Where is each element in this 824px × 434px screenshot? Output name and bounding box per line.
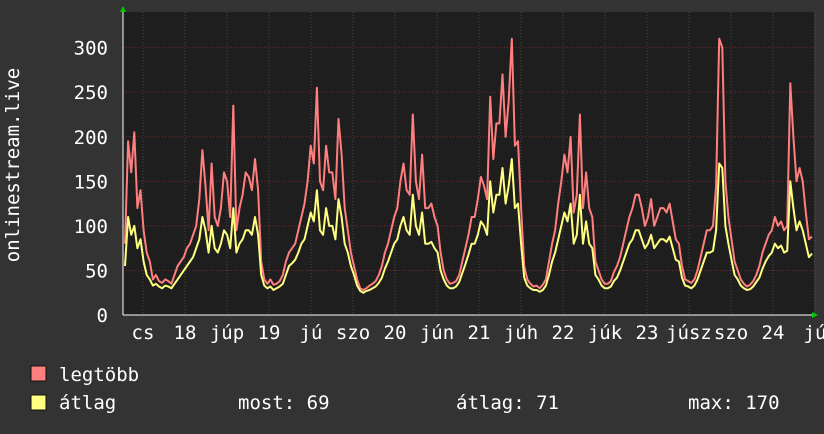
- x-tick-label: 22: [552, 322, 575, 344]
- x-tick-label: 19: [258, 322, 281, 344]
- stat-avg: átlag: 71: [456, 392, 559, 414]
- legend-swatch-max: [30, 365, 47, 382]
- x-tick-label: 21: [468, 322, 491, 344]
- y-tick-label: 150: [74, 171, 108, 193]
- legend-swatch-avg: [30, 394, 47, 411]
- y-tick-label: 100: [74, 216, 108, 238]
- y-tick-label: 200: [74, 127, 108, 149]
- x-tick-label: júh: [504, 322, 538, 344]
- stat-now: most: 69: [238, 392, 330, 414]
- x-tick-label: szo: [336, 322, 370, 344]
- x-tick-label: szo: [714, 322, 748, 344]
- x-tick-label: jú: [300, 322, 323, 344]
- chart-root: 0 50 100 150 200 250 300 cs 18 júp 19 jú szo 20 jún 21 j…: [0, 0, 824, 430]
- y-tick-label: 300: [74, 38, 108, 60]
- x-tick-label: 24: [762, 322, 785, 344]
- y-tick-label: 250: [74, 82, 108, 104]
- x-tick-label: júsz: [666, 322, 712, 344]
- x-tick-label: jún: [420, 322, 454, 344]
- x-tick-label: júk: [588, 322, 623, 344]
- y-axis-label: onlinestream.live: [2, 68, 24, 262]
- stat-max: max: 170: [688, 392, 780, 414]
- x-tick-label: cs: [132, 322, 155, 344]
- x-tick-label: júp: [210, 322, 244, 344]
- legend-label-avg: átlag: [59, 392, 116, 414]
- x-tick-label: jú: [804, 322, 824, 344]
- x-tick-label: 23: [636, 322, 659, 344]
- chart-svg: 050100150200250300cs 18 júp 19 jú szo 20 jún 21 j…: [0, 0, 824, 430]
- y-tick-label: 50: [85, 260, 108, 282]
- x-tick-label: 20: [384, 322, 407, 344]
- legend-label-max: legtöbb: [59, 364, 139, 386]
- x-tick-label: 18: [174, 322, 197, 344]
- y-tick-label: 0: [97, 305, 108, 327]
